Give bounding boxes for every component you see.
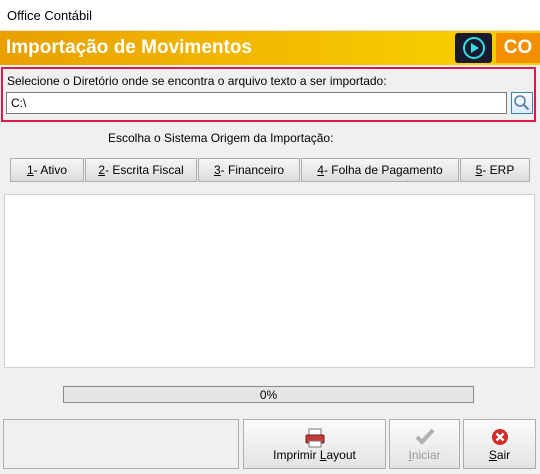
origin-financeiro-button[interactable]: 3 - Financeiro — [198, 158, 300, 182]
play-logo-icon — [455, 33, 492, 63]
page-title: Importação de Movimentos — [6, 37, 252, 58]
exit-button[interactable]: Sair — [463, 419, 536, 469]
directory-label: Selecione o Diretório onde se encontra o… — [7, 74, 387, 88]
origin-erp-button[interactable]: 5 - ERP — [460, 158, 530, 182]
print-layout-button[interactable]: Imprimir Layout — [243, 419, 386, 469]
search-icon — [514, 95, 530, 111]
origin-folha-pagamento-button[interactable]: 4 - Folha de Pagamento — [301, 158, 459, 182]
progress-text: 0% — [259, 388, 278, 402]
browse-search-button[interactable] — [511, 92, 533, 114]
origin-label: Escolha o Sistema Origem da Importação: — [108, 131, 334, 145]
title-bar: Office Contábil — [0, 0, 540, 31]
origin-escrita-fiscal-button[interactable]: 2 - Escrita Fiscal — [85, 158, 197, 182]
origin-button-bar: 1 - Ativo 2 - Escrita Fiscal 3 - Finance… — [5, 153, 536, 186]
start-button[interactable]: Iniciar — [389, 419, 460, 469]
progress-bar: 0% — [63, 386, 474, 403]
window: Office Contábil Importação de Movimentos… — [0, 0, 540, 474]
company-logo: CO — [496, 33, 540, 63]
origin-ativo-button[interactable]: 1 - Ativo — [10, 158, 84, 182]
close-icon — [491, 429, 508, 445]
directory-input[interactable] — [6, 92, 507, 114]
footer-status-panel — [3, 419, 239, 469]
import-log-area[interactable] — [4, 194, 535, 368]
window-title: Office Contábil — [7, 8, 93, 23]
checkmark-icon — [415, 428, 434, 445]
printer-icon — [305, 428, 324, 448]
directory-panel: Selecione o Diretório onde se encontra o… — [1, 67, 536, 122]
header-banner: Importação de Movimentos CO — [0, 31, 540, 65]
